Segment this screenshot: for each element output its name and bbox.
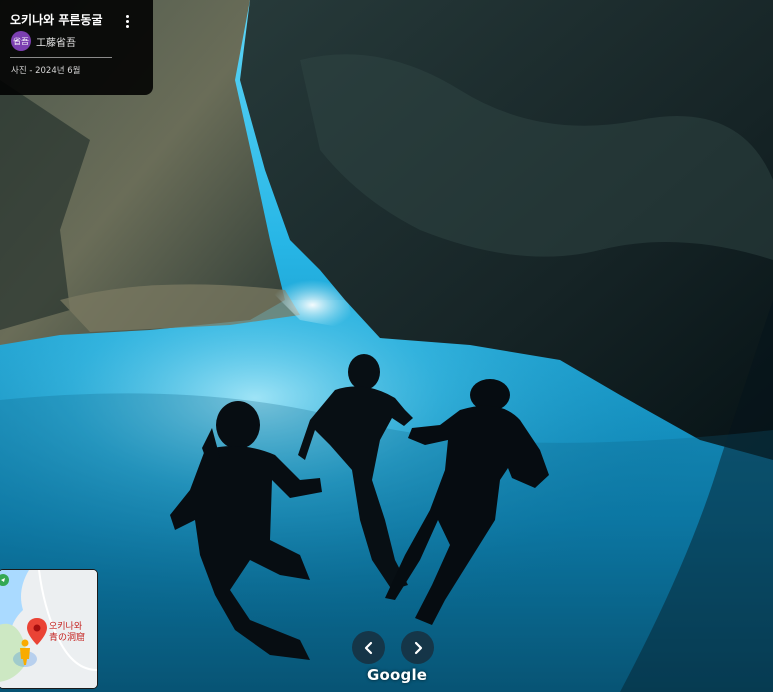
more-vert-icon — [125, 14, 129, 18]
more-options-button[interactable] — [118, 10, 136, 32]
mini-map[interactable]: 오키나와 青の洞窟 — [0, 569, 98, 689]
map-place-label-line2: 青の洞窟 — [49, 633, 86, 643]
photo-date: 사진 - 2024년 6월 — [11, 66, 81, 76]
cave-panorama-image[interactable] — [0, 0, 773, 692]
divider — [10, 57, 112, 58]
more-vert-icon-dot — [125, 24, 129, 28]
photo-info-card: 오키나와 푸른동굴 省吾 工藤省吾 사진 - 2024년 6월 — [0, 0, 153, 95]
place-title[interactable]: 오키나와 푸른동굴 — [10, 11, 103, 28]
map-place-label[interactable]: 오키나와 青の洞窟 — [49, 622, 85, 644]
google-logo: Google — [367, 666, 428, 684]
chevron-left-icon — [364, 641, 372, 654]
more-vert-icon-dot — [125, 19, 129, 23]
previous-photo-button[interactable] — [352, 631, 385, 664]
chevron-right-icon — [414, 641, 422, 654]
map-place-label-line1: 오키나와 — [49, 622, 83, 632]
next-photo-button[interactable] — [401, 631, 434, 664]
author-name[interactable]: 工藤省吾 — [36, 34, 76, 49]
avatar[interactable]: 省吾 — [11, 31, 31, 51]
